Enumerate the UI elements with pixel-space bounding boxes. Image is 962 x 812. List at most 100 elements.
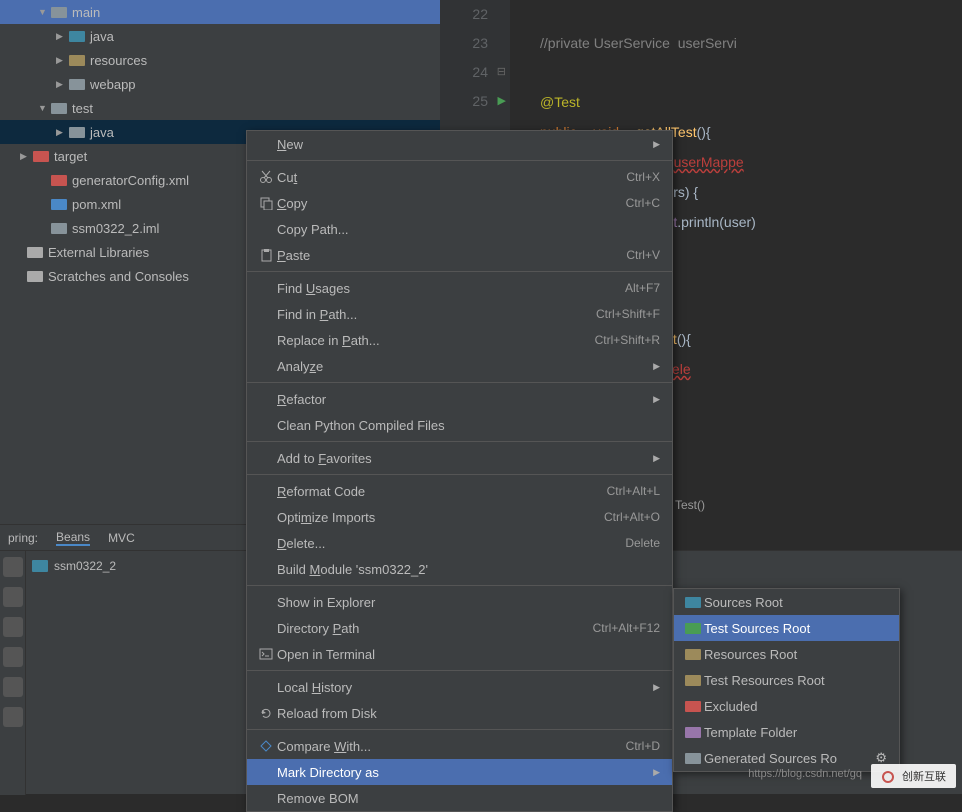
lib-icon (26, 244, 44, 260)
tab-mvc[interactable]: MVC (108, 531, 135, 545)
submenu-label: Sources Root (704, 595, 783, 610)
watermark-url: https://blog.csdn.net/gq (748, 768, 862, 780)
tree-label: External Libraries (48, 245, 149, 260)
submenu-label: Excluded (704, 699, 757, 714)
menu-item-copy[interactable]: CopyCtrl+C (247, 190, 672, 216)
menu-item-paste[interactable]: PasteCtrl+V (247, 242, 672, 268)
menu-item-remove-bom[interactable]: Remove BOM (247, 785, 672, 811)
menu-item-analyze[interactable]: Analyze▶ (247, 353, 672, 379)
expand-arrow-icon[interactable]: ▶ (20, 151, 32, 162)
tab-beans[interactable]: Beans (56, 530, 90, 546)
tree-item-test[interactable]: ▼ test (0, 96, 440, 120)
submenu-label: Resources Root (704, 647, 797, 662)
menu-item-clean-python-compiled-files[interactable]: Clean Python Compiled Files (247, 412, 672, 438)
submenu-arrow-icon: ▶ (653, 767, 660, 778)
menu-shortcut: Ctrl+Alt+F12 (593, 621, 660, 635)
tree-label: resources (90, 53, 147, 68)
watermark-icon (881, 770, 899, 784)
menu-label: Build Module 'ssm0322_2' (277, 562, 660, 577)
tree-label: main (72, 5, 100, 20)
menu-shortcut: Delete (625, 536, 660, 550)
menu-label: Mark Directory as (277, 765, 645, 780)
menu-label: Optimize Imports (277, 510, 604, 525)
menu-item-find-usages[interactable]: Find UsagesAlt+F7 (247, 275, 672, 301)
expand-arrow-icon[interactable]: ▶ (56, 55, 68, 66)
menu-item-directory-path[interactable]: Directory PathCtrl+Alt+F12 (247, 615, 672, 641)
submenu-item-test-resources-root[interactable]: Test Resources Root (674, 667, 899, 693)
tree-label: generatorConfig.xml (72, 173, 189, 188)
menu-label: Compare With... (277, 739, 626, 754)
copy-icon (255, 196, 277, 210)
menu-shortcut: Ctrl+Alt+O (604, 510, 660, 524)
tool-button[interactable] (3, 677, 23, 697)
submenu-item-sources-root[interactable]: Sources Root (674, 589, 899, 615)
menu-item-find-in-path---[interactable]: Find in Path...Ctrl+Shift+F (247, 301, 672, 327)
folder-icon (682, 648, 704, 661)
submenu-item-excluded[interactable]: Excluded (674, 693, 899, 719)
menu-label: Add to Favorites (277, 451, 645, 466)
folder-icon (50, 100, 68, 116)
folder-web-icon (68, 76, 86, 92)
run-icon[interactable]: ▶ (498, 87, 506, 116)
watermark-brand: 创新互联 (871, 764, 956, 788)
folder-icon (682, 622, 704, 635)
menu-item-reformat-code[interactable]: Reformat CodeCtrl+Alt+L (247, 478, 672, 504)
menu-item-add-to-favorites[interactable]: Add to Favorites ▶ (247, 445, 672, 471)
tree-item-main[interactable]: ▼ main (0, 0, 440, 24)
file-iml-icon (50, 220, 68, 236)
submenu-arrow-icon: ▶ (653, 139, 660, 150)
expand-arrow-icon[interactable]: ▶ (56, 31, 68, 42)
folder-icon (682, 752, 704, 765)
menu-label: Copy Path... (277, 222, 660, 237)
breadcrumb[interactable]: Test() (675, 498, 705, 512)
expand-arrow-icon[interactable]: ▶ (56, 127, 68, 138)
menu-item-copy-path---[interactable]: Copy Path... (247, 216, 672, 242)
menu-shortcut: Ctrl+C (626, 196, 660, 210)
tree-label: pom.xml (72, 197, 121, 212)
expand-arrow-icon[interactable]: ▼ (38, 103, 50, 113)
submenu-arrow-icon: ▶ (653, 453, 660, 464)
submenu-item-test-sources-root[interactable]: Test Sources Root (674, 615, 899, 641)
tool-button[interactable] (3, 707, 23, 727)
menu-label: Open in Terminal (277, 647, 660, 662)
tree-label: test (72, 101, 93, 116)
fold-icon[interactable]: ⊟ (497, 58, 506, 87)
tree-label: Scratches and Consoles (48, 269, 189, 284)
expand-arrow-icon[interactable]: ▶ (56, 79, 68, 90)
menu-item-replace-in-path---[interactable]: Replace in Path...Ctrl+Shift+R (247, 327, 672, 353)
module-item[interactable]: ssm0322_2 (32, 559, 116, 573)
tool-button[interactable] (3, 647, 23, 667)
tool-button[interactable] (3, 587, 23, 607)
submenu-item-resources-root[interactable]: Resources Root (674, 641, 899, 667)
tool-button[interactable] (3, 557, 23, 577)
menu-item-reload-from-disk[interactable]: Reload from Disk (247, 700, 672, 726)
menu-label: Clean Python Compiled Files (277, 418, 660, 433)
menu-label: Show in Explorer (277, 595, 660, 610)
menu-item-open-in-terminal[interactable]: Open in Terminal (247, 641, 672, 667)
menu-label: Delete... (277, 536, 625, 551)
folder-icon (682, 726, 704, 739)
menu-item-show-in-explorer[interactable]: Show in Explorer (247, 589, 672, 615)
tree-item-java[interactable]: ▶java (0, 24, 440, 48)
menu-item-refactor[interactable]: Refactor▶ (247, 386, 672, 412)
line-number: 25▶ (440, 87, 488, 116)
tree-item-resources[interactable]: ▶ resources (0, 48, 440, 72)
folder-icon (68, 28, 86, 44)
menu-item-build-module--ssm0322-2-[interactable]: Build Module 'ssm0322_2' (247, 556, 672, 582)
menu-label: Find in Path... (277, 307, 596, 322)
expand-arrow-icon[interactable]: ▼ (38, 7, 50, 17)
menu-label: Reload from Disk (277, 706, 660, 721)
tree-item-webapp[interactable]: ▶webapp (0, 72, 440, 96)
menu-label: Remove BOM (277, 791, 660, 806)
menu-item-compare-with---[interactable]: Compare With...Ctrl+D (247, 733, 672, 759)
menu-item-new[interactable]: New▶ (247, 131, 672, 157)
menu-item-cut[interactable]: CutCtrl+X (247, 164, 672, 190)
tool-button[interactable] (3, 617, 23, 637)
submenu-item-template-folder[interactable]: Template Folder (674, 719, 899, 745)
menu-item-local-history[interactable]: Local History▶ (247, 674, 672, 700)
menu-label: Directory Path (277, 621, 593, 636)
menu-label: Find Usages (277, 281, 625, 296)
menu-item-mark-directory-as[interactable]: Mark Directory as ▶ (247, 759, 672, 785)
menu-item-optimize-imports[interactable]: Optimize ImportsCtrl+Alt+O (247, 504, 672, 530)
menu-item-delete---[interactable]: Delete...Delete (247, 530, 672, 556)
